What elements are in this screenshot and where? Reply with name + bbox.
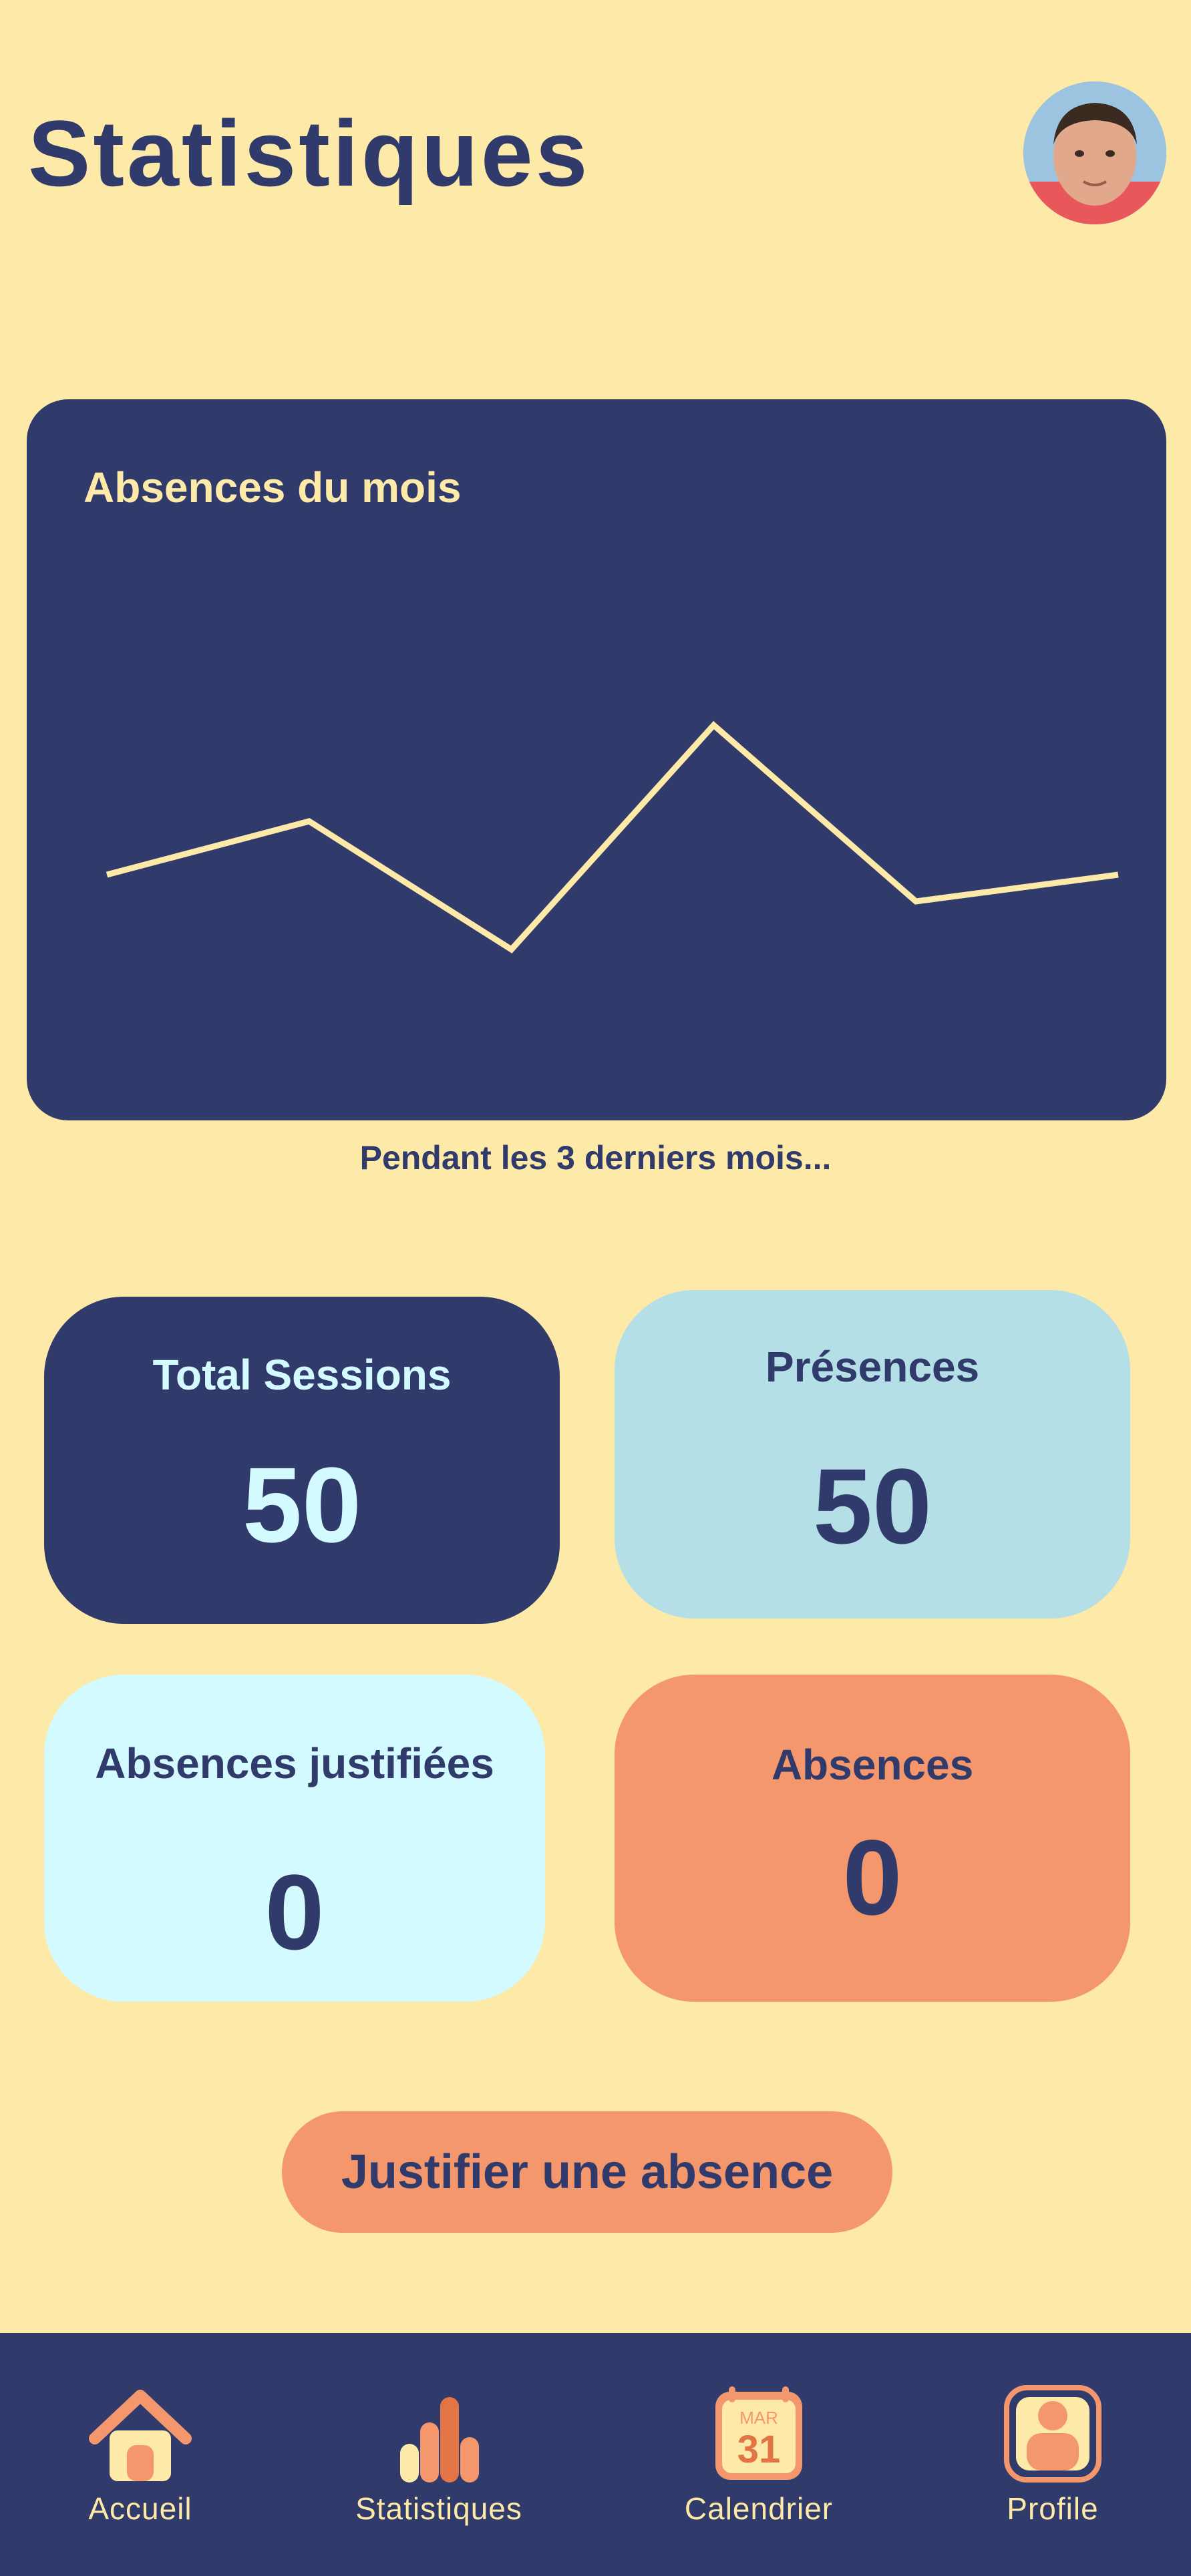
presences-label: Présences	[765, 1343, 980, 1391]
nav-label-calendar: Calendrier	[684, 2491, 834, 2526]
home-icon	[87, 2384, 194, 2484]
justified-absences-label: Absences justifiées	[95, 1739, 494, 1787]
nav-label-stats: Statistiques	[355, 2491, 522, 2526]
absences-card: Absences 0	[615, 1675, 1130, 2002]
total-sessions-value: 50	[242, 1445, 361, 1564]
nav-item-stats[interactable]: Statistiques	[345, 2333, 532, 2576]
absences-series-line	[106, 720, 1119, 953]
calendar-icon: MAR 31	[709, 2384, 809, 2484]
absences-label: Absences	[771, 1741, 974, 1789]
bottom-nav: Accueil Statistiques MAR 31 Calendrier P…	[0, 2333, 1191, 2576]
nav-label-profile: Profile	[1007, 2491, 1099, 2526]
nav-item-calendar[interactable]: MAR 31 Calendrier	[679, 2333, 839, 2576]
profile-icon	[1003, 2384, 1103, 2484]
nav-label-home: Accueil	[88, 2491, 192, 2526]
presences-card: Présences 50	[615, 1290, 1130, 1619]
nav-item-home[interactable]: Accueil	[73, 2333, 207, 2576]
calendar-month: MAR	[739, 2408, 778, 2428]
presences-value: 50	[813, 1446, 932, 1566]
total-sessions-card: Total Sessions 50	[44, 1297, 560, 1624]
calendar-day: 31	[737, 2428, 781, 2471]
justify-absence-button[interactable]: Justifier une absence	[282, 2111, 892, 2233]
chart-caption: Pendant les 3 derniers mois...	[359, 1139, 832, 1176]
nav-item-profile[interactable]: Profile	[986, 2333, 1120, 2576]
justified-absences-card: Absences justifiées 0	[44, 1675, 545, 2002]
absences-line-chart	[106, 720, 1119, 953]
absences-chart-card: Absences du mois	[27, 399, 1166, 1120]
avatar-photo-icon	[1023, 81, 1166, 224]
justified-absences-value: 0	[265, 1852, 325, 1972]
total-sessions-label: Total Sessions	[152, 1351, 452, 1399]
bar-chart-icon	[385, 2384, 492, 2484]
page-title: Statistiques	[28, 101, 590, 206]
absences-value: 0	[842, 1817, 902, 1937]
avatar[interactable]	[1023, 81, 1166, 224]
